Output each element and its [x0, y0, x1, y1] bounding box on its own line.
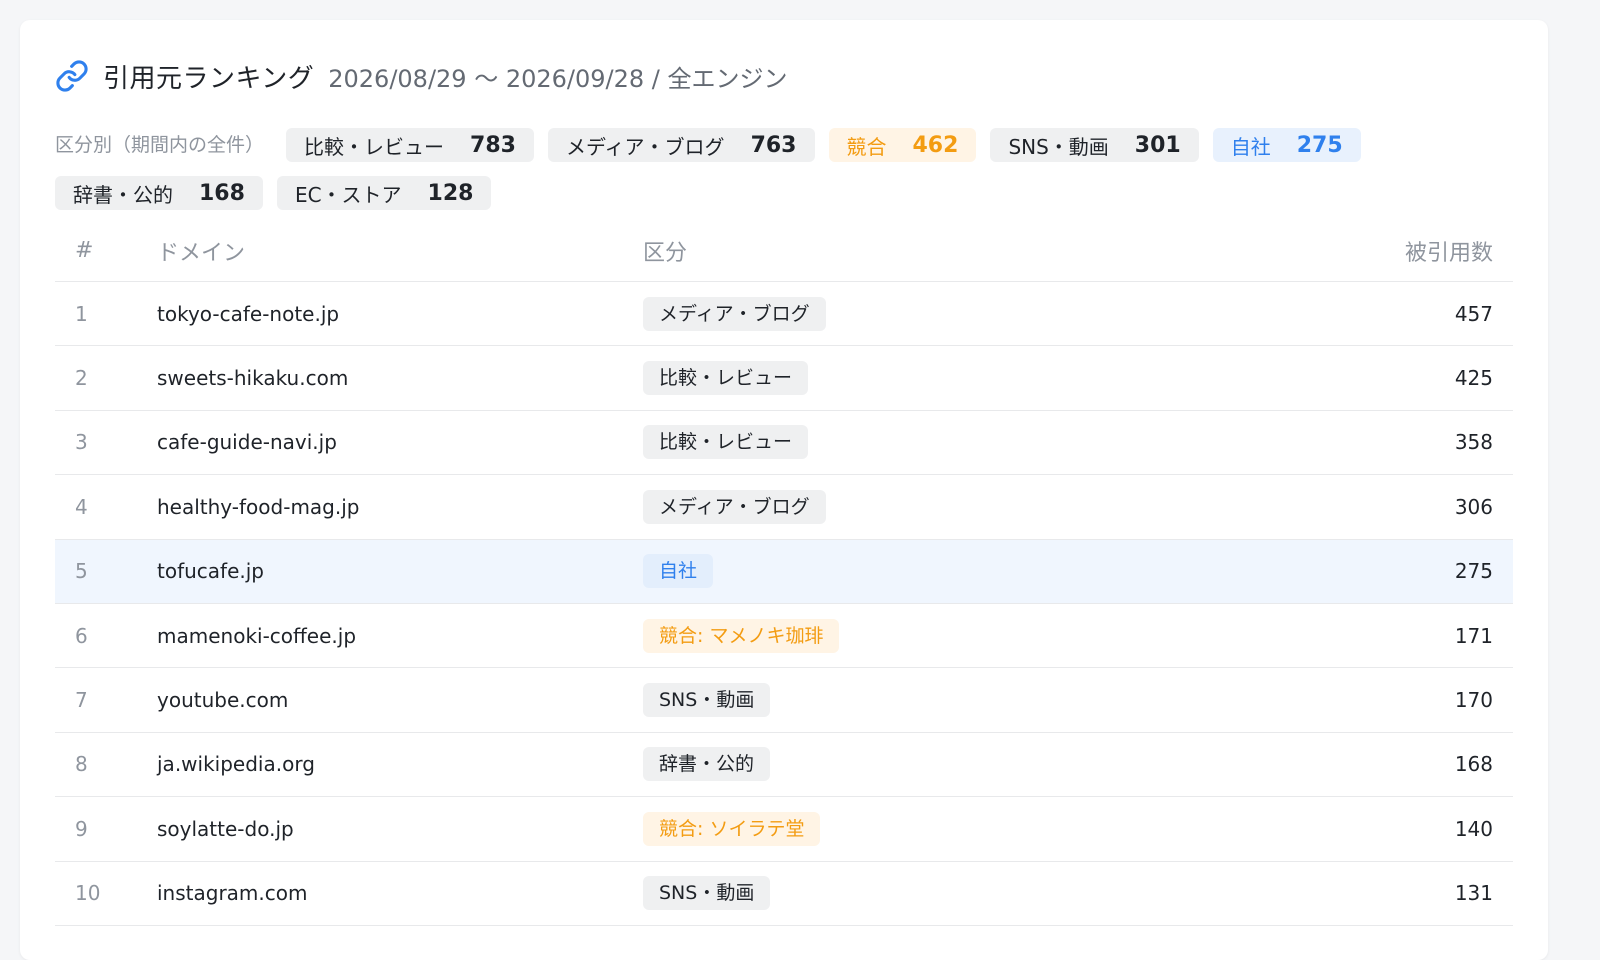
rank-cell: 7: [75, 688, 88, 713]
filter-chip[interactable]: SNS・動画 301: [990, 128, 1199, 162]
category-cell: 競合: マメノキ珈琲: [643, 618, 1293, 653]
category-tag: 自社: [643, 554, 714, 589]
filter-chip[interactable]: 競合 462: [828, 128, 977, 162]
domain-cell[interactable]: instagram.com: [157, 881, 643, 905]
table-row[interactable]: 6 mamenoki-coffee.jp 競合: マメノキ珈琲 171: [55, 604, 1513, 669]
table-body: 1 tokyo-cafe-note.jp メディア・ブログ 457 2 sweets-hi…: [55, 282, 1513, 926]
filter-chip-count: 128: [427, 180, 474, 206]
domain-cell[interactable]: tokyo-cafe-note.jp: [157, 302, 643, 326]
filter-chip-label: 辞書・公的: [73, 182, 173, 207]
rank-cell: 8: [75, 752, 88, 777]
rank-cell: 5: [75, 559, 88, 584]
card-header: 引用元ランキング 2026/08/29 〜 2026/09/28 / 全エンジン: [55, 56, 788, 96]
rank-cell: 4: [75, 494, 88, 519]
category-tag: メディア・ブログ: [643, 489, 826, 524]
category-cell: SNS・動画: [643, 683, 1293, 718]
filter-chip-count: 301: [1134, 132, 1181, 158]
citation-count-cell: 140: [1454, 816, 1493, 841]
category-cell: メディア・ブログ: [643, 489, 1293, 524]
category-cell: 比較・レビュー: [643, 425, 1293, 460]
filter-chip-count: 168: [199, 180, 245, 206]
filter-chip[interactable]: 比較・レビュー 783: [286, 128, 534, 162]
citation-count-cell: 358: [1454, 430, 1493, 455]
header-rank[interactable]: #: [55, 238, 157, 263]
filter-chip[interactable]: 辞書・公的 168: [55, 176, 263, 210]
ranking-table: # ドメイン 区分 被引用数 1 tokyo-cafe-note.jp メディア・ブ…: [55, 220, 1513, 926]
rank-cell: 10: [75, 881, 101, 906]
rank-cell: 6: [75, 623, 88, 648]
filter-chip-label: 競合: [846, 134, 887, 159]
rank-cell: 1: [75, 301, 88, 326]
citation-count-cell: 171: [1454, 623, 1493, 648]
filter-chip-label: SNS・動画: [1008, 134, 1109, 159]
rank-cell: 2: [75, 366, 88, 391]
filter-chip-label: 自社: [1230, 134, 1271, 159]
citation-count-cell: 170: [1454, 688, 1493, 713]
table-row[interactable]: 2 sweets-hikaku.com 比較・レビュー 425: [55, 346, 1513, 411]
rank-cell: 3: [75, 430, 88, 455]
citation-count-cell: 275: [1454, 559, 1493, 584]
filter-chip-label: メディア・ブログ: [565, 134, 725, 159]
header-category[interactable]: 区分: [643, 235, 1293, 267]
citation-count-cell: 425: [1454, 366, 1493, 391]
citation-count-cell: 131: [1454, 881, 1493, 906]
table-row[interactable]: 5 tofucafe.jp 自社 275: [55, 539, 1513, 604]
category-cell: 辞書・公的: [643, 747, 1293, 782]
filter-chip[interactable]: 自社 275: [1212, 128, 1361, 162]
domain-cell[interactable]: sweets-hikaku.com: [157, 366, 643, 390]
domain-cell[interactable]: tofucafe.jp: [157, 559, 643, 583]
category-tag: SNS・動画: [643, 876, 771, 911]
domain-cell[interactable]: ja.wikipedia.org: [157, 752, 643, 776]
category-cell: SNS・動画: [643, 876, 1293, 911]
filter-chip-count: 462: [912, 132, 959, 158]
table-header: # ドメイン 区分 被引用数: [55, 220, 1513, 282]
category-cell: 自社: [643, 554, 1293, 589]
filter-chip[interactable]: EC・ストア 128: [276, 176, 492, 210]
domain-cell[interactable]: mamenoki-coffee.jp: [157, 624, 643, 648]
filter-chip[interactable]: メディア・ブログ 763: [547, 128, 815, 162]
domain-cell[interactable]: youtube.com: [157, 688, 643, 712]
filter-chip-count: 275: [1296, 132, 1343, 158]
citation-count-cell: 168: [1454, 752, 1493, 777]
table-row[interactable]: 9 soylatte-do.jp 競合: ソイラテ堂 140: [55, 797, 1513, 862]
filter-chip-count: 783: [470, 132, 516, 158]
category-cell: 比較・レビュー: [643, 361, 1293, 396]
header-count[interactable]: 被引用数: [1293, 235, 1513, 267]
domain-cell[interactable]: healthy-food-mag.jp: [157, 495, 643, 519]
filter-chip-label: 比較・レビュー: [304, 134, 445, 159]
header-domain[interactable]: ドメイン: [157, 235, 643, 267]
filter-chip-label: EC・ストア: [294, 182, 402, 207]
domain-cell[interactable]: soylatte-do.jp: [157, 817, 643, 841]
domain-cell[interactable]: cafe-guide-navi.jp: [157, 430, 643, 454]
table-row[interactable]: 3 cafe-guide-navi.jp 比較・レビュー 358: [55, 411, 1513, 476]
filter-chip-count: 763: [750, 132, 797, 158]
category-tag: 比較・レビュー: [643, 425, 809, 460]
category-tag: 辞書・公的: [643, 747, 771, 782]
category-cell: 競合: ソイラテ堂: [643, 811, 1293, 846]
page-title: 引用元ランキング: [103, 63, 315, 94]
date-range-subtitle: 2026/08/29 〜 2026/09/28 / 全エンジン: [328, 64, 788, 93]
category-filter-bar: 区分別（期間内の全件） 比較・レビュー 783 メディア・ブログ 763 競合 462 SN…: [55, 128, 1515, 210]
table-row[interactable]: 4 healthy-food-mag.jp メディア・ブログ 306: [55, 475, 1513, 540]
citation-count-cell: 457: [1454, 301, 1493, 326]
category-tag: 競合: ソイラテ堂: [643, 811, 821, 846]
category-cell: メディア・ブログ: [643, 296, 1293, 331]
category-tag: メディア・ブログ: [643, 296, 826, 331]
category-tag: SNS・動画: [643, 683, 771, 718]
category-tag: 比較・レビュー: [643, 361, 809, 396]
rank-cell: 9: [75, 816, 88, 841]
table-row[interactable]: 7 youtube.com SNS・動画 170: [55, 668, 1513, 733]
filter-label: 区分別（期間内の全件）: [55, 134, 265, 156]
citation-count-cell: 306: [1454, 494, 1493, 519]
table-row[interactable]: 8 ja.wikipedia.org 辞書・公的 168: [55, 733, 1513, 798]
link-icon: [55, 59, 89, 93]
table-row[interactable]: 1 tokyo-cafe-note.jp メディア・ブログ 457: [55, 282, 1513, 347]
category-tag: 競合: マメノキ珈琲: [643, 618, 840, 653]
table-row[interactable]: 10 instagram.com SNS・動画 131: [55, 862, 1513, 926]
citation-ranking-card: 引用元ランキング 2026/08/29 〜 2026/09/28 / 全エンジン…: [20, 20, 1548, 960]
